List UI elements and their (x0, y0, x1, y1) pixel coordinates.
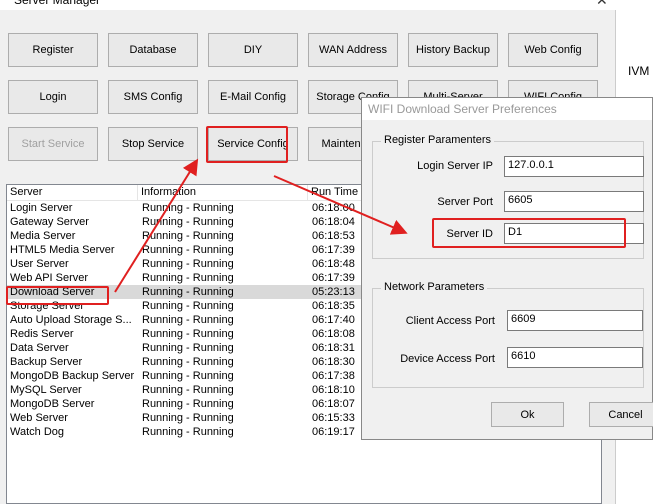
arrow-download-to-config (114, 158, 199, 293)
arrow-config-to-serverid (273, 175, 408, 235)
annotation-arrows (114, 158, 408, 293)
